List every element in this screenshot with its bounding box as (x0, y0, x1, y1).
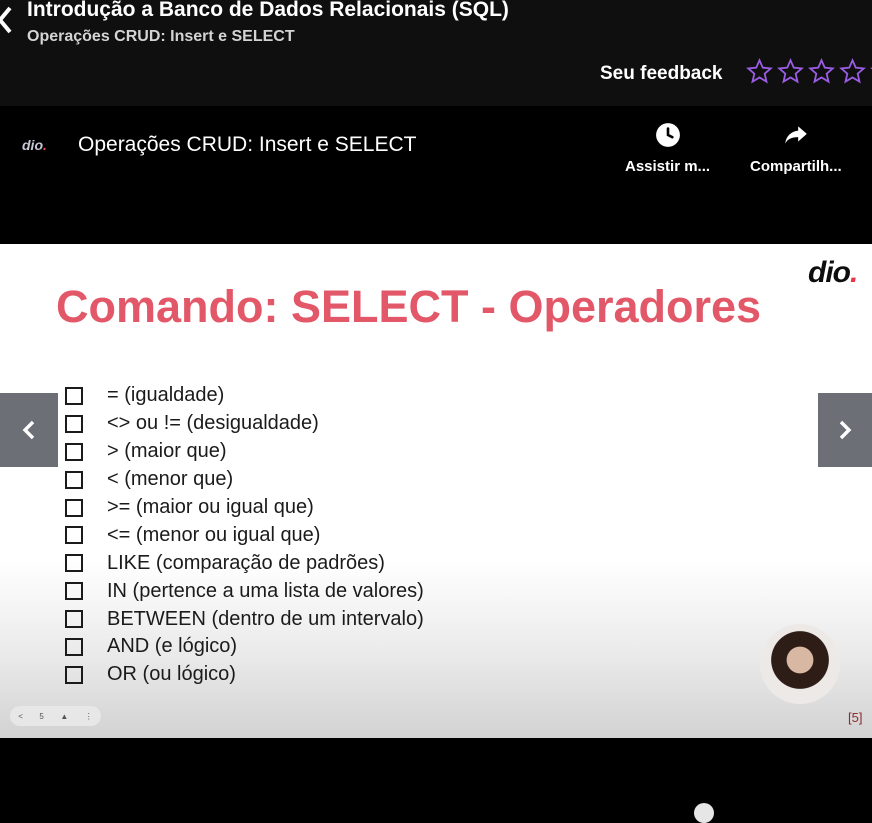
list-item: = (igualdade) (65, 382, 424, 410)
more-options-icon[interactable]: ⋮ (85, 712, 93, 721)
checkbox-icon (65, 498, 83, 517)
next-slide-button[interactable] (818, 393, 872, 467)
checkbox-icon (65, 414, 83, 433)
list-item: OR (ou lógico) (65, 661, 424, 689)
operator-text: < (menor que) (107, 468, 234, 491)
video-title: Operações CRUD: Insert e SELECT (78, 133, 417, 156)
operator-text: BETWEEN (dentro de um intervalo) (107, 607, 424, 630)
slide-number-control[interactable]: 5 (39, 712, 43, 721)
operator-text: OR (ou lógico) (107, 663, 236, 686)
list-item: >= (maior ou igual que) (65, 494, 424, 522)
checkbox-icon (65, 610, 83, 629)
checkbox-icon (65, 665, 83, 684)
list-item: BETWEEN (dentro de um intervalo) (65, 605, 424, 633)
operator-text: <> ou != (desigualdade) (107, 412, 319, 435)
star-icon[interactable] (746, 58, 773, 85)
feedback-label: Seu feedback (600, 63, 723, 84)
list-item: AND (e lógico) (65, 633, 424, 661)
dio-logo-small-text: dio (22, 137, 43, 153)
checkbox-icon (65, 386, 83, 405)
dio-logo: dio. (808, 256, 858, 289)
operator-text: LIKE (comparação de padrões) (107, 551, 385, 574)
operator-text: IN (pertence a uma lista de valores) (107, 579, 424, 602)
course-title: Introdução a Banco de Dados Relacionais … (27, 0, 509, 21)
star-icon[interactable] (808, 58, 835, 85)
list-item: LIKE (comparação de padrões) (65, 549, 424, 577)
slide-page-number: [5] (848, 710, 863, 725)
checkbox-icon (65, 554, 83, 573)
previous-slide-button[interactable] (0, 393, 58, 467)
list-item: IN (pertence a uma lista de valores) (65, 577, 424, 605)
checkbox-icon (65, 526, 83, 545)
list-item: <> ou != (desigualdade) (65, 410, 424, 438)
watch-later-button[interactable]: Assistir m... (625, 122, 710, 175)
chevron-right-icon (839, 420, 852, 440)
clock-icon (655, 123, 680, 147)
share-label: Compartilh... (750, 158, 842, 175)
share-icon (784, 126, 807, 144)
dio-logo-text: dio (808, 256, 851, 289)
slide-controls[interactable]: < 5 ▲ ⋮ (10, 706, 101, 726)
slide-view: dio. Comando: SELECT - Operadores = (igu… (0, 244, 872, 738)
player-header (0, 106, 872, 244)
star-icon[interactable] (839, 58, 866, 85)
share-button[interactable]: Compartilh... (750, 122, 842, 175)
checkbox-icon (65, 470, 83, 489)
operator-text: = (igualdade) (107, 384, 225, 407)
checkbox-icon (65, 442, 83, 461)
operator-text: AND (e lógico) (107, 635, 238, 658)
back-arrow-icon[interactable] (0, 2, 16, 38)
operator-text: > (maior que) (107, 440, 227, 463)
operator-text: >= (maior ou igual que) (107, 496, 314, 518)
watch-later-label: Assistir m... (625, 158, 711, 175)
player-scrubber-handle[interactable] (694, 803, 714, 823)
star-icon[interactable] (777, 58, 804, 85)
pointer-icon[interactable]: ▲ (60, 712, 68, 721)
list-item: <= (menor ou igual que) (65, 521, 424, 549)
top-bar: Introdução a Banco de Dados Relacionais … (0, 0, 872, 106)
rating-stars (746, 58, 872, 85)
list-item: < (menor que) (65, 466, 424, 494)
presenter-webcam (760, 624, 840, 704)
lesson-subtitle: Operações CRUD: Insert e SELECT (27, 28, 295, 45)
operators-list: = (igualdade) <> ou != (desigualdade) > … (65, 382, 424, 689)
list-item: > (maior que) (65, 438, 424, 466)
slide-title: Comando: SELECT - Operadores (56, 281, 762, 332)
checkbox-icon (65, 582, 83, 601)
dio-logo-small: dio. (22, 137, 47, 153)
slide-prev-control[interactable]: < (18, 712, 23, 721)
checkbox-icon (65, 637, 83, 656)
operator-text: <= (menor ou igual que) (107, 523, 321, 546)
chevron-left-icon (22, 420, 35, 440)
